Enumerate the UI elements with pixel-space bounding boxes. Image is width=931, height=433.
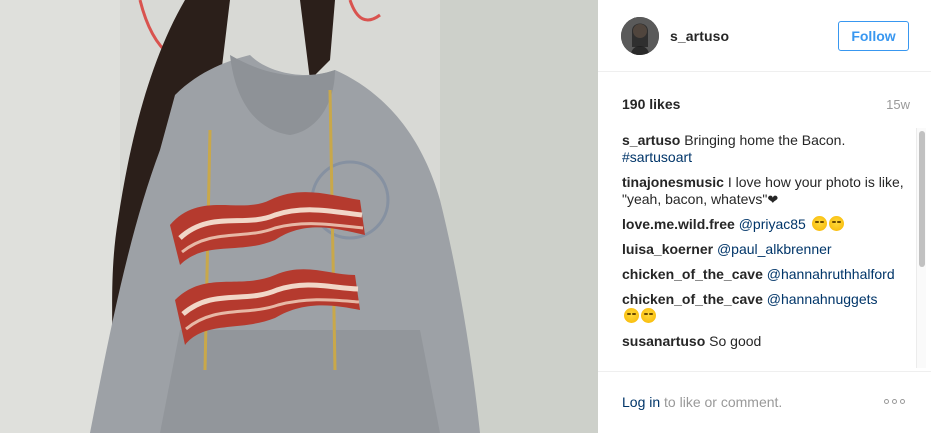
comment: s_artuso Bringing home the Bacon. #sartu…	[622, 132, 904, 166]
mention-link[interactable]: @paul_alkbrenner	[717, 241, 832, 257]
username-link[interactable]: s_artuso	[670, 28, 729, 44]
mention-link[interactable]: @hannahruthhalford	[767, 266, 895, 282]
post-sidebar: s_artuso Follow 190 likes 15w s_artuso B…	[598, 0, 931, 433]
hashtag-link[interactable]: #sartusoart	[622, 149, 692, 165]
avatar[interactable]	[621, 17, 659, 55]
comment-user[interactable]: susanartuso	[622, 333, 705, 349]
more-options-icon[interactable]	[884, 395, 910, 407]
dot-icon	[900, 398, 905, 404]
scrollbar-thumb[interactable]	[919, 131, 925, 267]
laughing-emoji-icon	[811, 216, 827, 231]
comment-user[interactable]: chicken_of_the_cave	[622, 266, 763, 282]
comment: luisa_koerner @paul_alkbrenner	[622, 241, 904, 258]
likes-row: 190 likes 15w	[622, 96, 910, 114]
post-header: s_artuso Follow	[598, 0, 931, 72]
mention-link[interactable]: @priyac85	[739, 216, 806, 232]
comment-user[interactable]: luisa_koerner	[622, 241, 713, 257]
dot-icon	[884, 398, 889, 404]
comment-user[interactable]: love.me.wild.free	[622, 216, 735, 232]
comment-user[interactable]: s_artuso	[622, 132, 680, 148]
dot-icon	[892, 398, 897, 404]
comment: tinajonesmusic I love how your photo is …	[622, 174, 904, 208]
follow-button[interactable]: Follow	[838, 21, 909, 51]
post-footer: Log in to like or comment.	[598, 371, 931, 433]
laughing-emoji-icon	[828, 216, 844, 231]
avatar-image	[621, 17, 659, 55]
post-photo[interactable]	[0, 0, 598, 433]
comment-text: So good	[709, 333, 762, 349]
post-age[interactable]: 15w	[886, 97, 910, 112]
comment-text: Bringing home the Bacon.	[684, 132, 846, 148]
login-prompt-text: to like or comment.	[660, 394, 783, 410]
comment: chicken_of_the_cave @hannahnuggets	[622, 291, 904, 325]
comment-user[interactable]: tinajonesmusic	[622, 174, 724, 190]
comment: susanartuso So good	[622, 333, 904, 350]
comment: chicken_of_the_cave @hannahruthhalford	[622, 266, 904, 283]
laughing-emoji-icon	[624, 308, 639, 323]
comments-scrollbar[interactable]	[916, 128, 926, 368]
laughing-emoji-icon	[641, 308, 656, 323]
mention-link[interactable]: @hannahnuggets	[767, 291, 878, 307]
photo-illustration	[0, 0, 598, 433]
likes-count[interactable]: 190 likes	[622, 96, 680, 112]
heart-icon: ❤	[767, 192, 779, 207]
comments-list[interactable]: s_artuso Bringing home the Bacon. #sartu…	[622, 132, 904, 370]
login-link[interactable]: Log in	[622, 394, 660, 410]
comment-user[interactable]: chicken_of_the_cave	[622, 291, 763, 307]
comment: love.me.wild.free @priyac85	[622, 216, 904, 233]
login-prompt: Log in to like or comment.	[622, 394, 782, 410]
